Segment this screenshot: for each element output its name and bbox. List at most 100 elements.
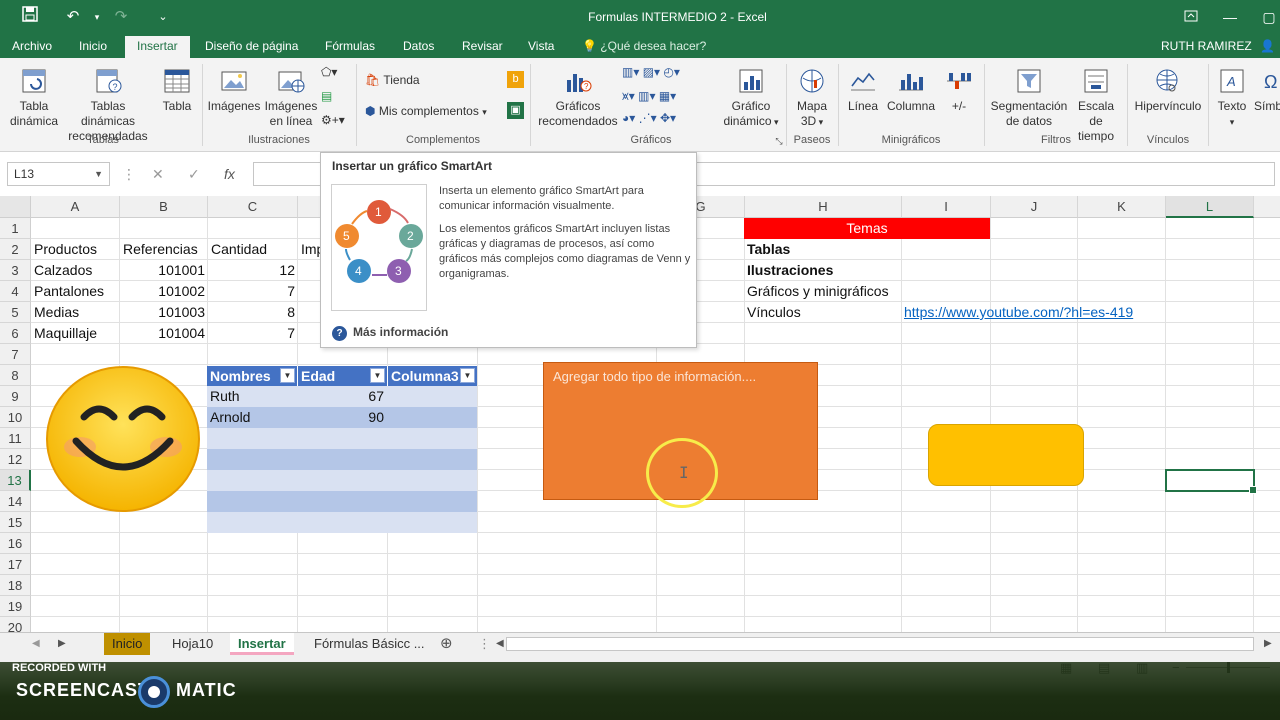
select-all-corner[interactable] xyxy=(0,196,31,218)
tabla-button[interactable]: Tabla xyxy=(158,66,196,114)
sheet-tab-insertar[interactable]: Insertar xyxy=(230,633,294,655)
mapa-3d-button[interactable]: Mapa 3D ▾ xyxy=(790,66,834,130)
graficos-recomendados-button[interactable]: ? Gráficos recomendados xyxy=(536,66,620,129)
row-header-17[interactable]: 17 xyxy=(0,554,31,575)
tell-me-search[interactable]: 💡 ¿Qué desea hacer? xyxy=(582,36,706,56)
row-header-15[interactable]: 15 xyxy=(0,512,31,533)
table-header-edad[interactable]: Edad ▼ xyxy=(297,366,387,386)
column-chart-button[interactable]: ▥▾ ▨▾ ◴▾ xyxy=(622,64,680,80)
tab-revisar[interactable]: Revisar xyxy=(450,36,515,58)
add-sheet-icon[interactable]: ⊕ xyxy=(432,633,461,655)
scroll-right-icon[interactable]: ▶ xyxy=(1256,633,1280,655)
cell-c3[interactable]: 12 xyxy=(208,260,298,281)
cell-a4[interactable]: Pantalones xyxy=(31,281,120,302)
filter-dropdown-icon[interactable]: ▼ xyxy=(460,368,475,383)
row-header-20[interactable]: 20 xyxy=(0,617,31,632)
linea-sparkline-button[interactable]: Línea xyxy=(843,66,883,114)
table-header-nombres[interactable]: Nombres ▼ xyxy=(207,366,297,386)
col-header-c[interactable]: C xyxy=(208,196,298,218)
smiley-emoji-image[interactable] xyxy=(44,365,202,513)
cell-b3[interactable]: 101001 xyxy=(120,260,208,281)
tab-insertar[interactable]: Insertar xyxy=(125,36,190,58)
col-header-b[interactable]: B xyxy=(120,196,208,218)
simbolos-button[interactable]: Ω Símb xyxy=(1254,66,1280,114)
more-info-link[interactable]: ? Más información xyxy=(332,325,448,341)
cell-c4[interactable]: 7 xyxy=(208,281,298,302)
imagenes-button[interactable]: Imágenes xyxy=(207,66,261,114)
selected-cell-l13[interactable] xyxy=(1165,469,1257,494)
people-graph-icon[interactable]: ▣ xyxy=(507,102,524,119)
tab-formulas[interactable]: Fórmulas xyxy=(313,36,387,58)
tabla-dinamica-button[interactable]: Tabla dinámica xyxy=(6,66,62,129)
segmentacion-button[interactable]: Segmentación de datos xyxy=(988,66,1070,129)
enter-icon[interactable]: ✓ xyxy=(188,162,200,186)
smartart-button[interactable]: ▤ xyxy=(321,88,332,104)
maximize-icon[interactable]: ▢ xyxy=(1254,6,1280,28)
tab-archivo[interactable]: Archivo xyxy=(0,36,64,58)
horizontal-scrollbar[interactable] xyxy=(506,637,1254,651)
cell-a5[interactable]: Medias xyxy=(31,302,120,323)
cell-c2[interactable]: Cantidad xyxy=(208,239,298,260)
next-sheet-icon[interactable]: ▶ xyxy=(50,633,74,655)
row-header-12[interactable]: 12 xyxy=(0,449,31,470)
tab-inicio[interactable]: Inicio xyxy=(67,36,119,58)
name-box[interactable]: L13 ▼ xyxy=(7,162,110,186)
cancel-icon[interactable]: ✕ xyxy=(152,162,164,186)
sheet-tab-inicio[interactable]: Inicio xyxy=(104,633,151,655)
cell-c5[interactable]: 8 xyxy=(208,302,298,323)
cell-i5-hyperlink[interactable]: https://www.youtube.com/?hl=es-419 xyxy=(901,302,1136,323)
row-header-7[interactable]: 7 xyxy=(0,344,31,365)
row-header-1[interactable]: 1 xyxy=(0,218,31,239)
dialog-launcher-icon[interactable]: ⤡ xyxy=(773,136,785,147)
cell-a2[interactable]: Productos xyxy=(31,239,120,260)
ribbon-options-icon[interactable] xyxy=(1176,6,1206,28)
pie-chart-button[interactable]: ◕▾ ⋰▾ ✥▾ xyxy=(622,110,676,126)
cell-c6[interactable]: 7 xyxy=(208,323,298,344)
hipervinculo-button[interactable]: Hipervínculo xyxy=(1132,66,1204,114)
tab-diseno[interactable]: Diseño de página xyxy=(193,36,310,58)
cell-d2[interactable]: Imp xyxy=(298,239,322,260)
prev-sheet-icon[interactable]: ◀ xyxy=(24,633,48,655)
row-header-5[interactable]: 5 xyxy=(0,302,31,323)
cell-b5[interactable]: 101003 xyxy=(120,302,208,323)
row-header-9[interactable]: 9 xyxy=(0,386,31,407)
row-header-6[interactable]: 6 xyxy=(0,323,31,344)
cell-b2[interactable]: Referencias xyxy=(120,239,208,260)
sheet-tab-hoja10[interactable]: Hoja10 xyxy=(164,633,221,655)
cell-h3[interactable]: Ilustraciones xyxy=(744,260,836,281)
cell-h1-temas[interactable]: Temas xyxy=(744,218,990,239)
cell-b4[interactable]: 101002 xyxy=(120,281,208,302)
sheet-tab-formulas-basicas[interactable]: Fórmulas Básicc ... xyxy=(306,633,433,655)
cell-b6[interactable]: 101004 xyxy=(120,323,208,344)
columna-sparkline-button[interactable]: Columna xyxy=(884,66,938,114)
row-header-3[interactable]: 3 xyxy=(0,260,31,281)
col-header-h[interactable]: H xyxy=(745,196,902,218)
escala-tiempo-button[interactable]: Escala de tiempo xyxy=(1070,66,1122,144)
table-cell-arnold[interactable]: Arnold xyxy=(207,407,297,428)
table-header-columna3[interactable]: Columna3 ▼ xyxy=(387,366,477,386)
minimize-icon[interactable]: — xyxy=(1215,6,1245,28)
cell-h2[interactable]: Tablas xyxy=(744,239,793,260)
row-header-16[interactable]: 16 xyxy=(0,533,31,554)
screenshot-button[interactable]: ⚙+▾ xyxy=(321,112,345,128)
cell-h4[interactable]: Gráficos y minigráficos xyxy=(744,281,892,302)
user-icon[interactable]: 👤 xyxy=(1254,36,1280,58)
col-header-k[interactable]: K xyxy=(1078,196,1166,218)
cell-a6[interactable]: Maquillaje xyxy=(31,323,120,344)
row-header-10[interactable]: 10 xyxy=(0,407,31,428)
drag-handle-icon[interactable]: ⋮ xyxy=(122,162,136,186)
row-header-4[interactable]: 4 xyxy=(0,281,31,302)
imagenes-en-linea-button[interactable]: Imágenes en línea xyxy=(262,66,320,129)
col-header-l[interactable]: L xyxy=(1166,196,1254,218)
tab-vista[interactable]: Vista xyxy=(516,36,566,58)
table-cell-90[interactable]: 90 xyxy=(297,407,387,428)
filter-dropdown-icon[interactable]: ▼ xyxy=(280,368,295,383)
user-name[interactable]: RUTH RAMIREZ xyxy=(1161,36,1252,56)
filter-dropdown-icon[interactable]: ▼ xyxy=(370,368,385,383)
shapes-button[interactable]: ⬠▾ xyxy=(321,64,337,80)
row-header-19[interactable]: 19 xyxy=(0,596,31,617)
winloss-sparkline-button[interactable]: +/- xyxy=(940,66,978,114)
grafico-dinamico-button[interactable]: Gráfico dinámico ▾ xyxy=(720,66,782,130)
table-cell-ruth[interactable]: Ruth xyxy=(207,386,297,407)
yellow-rounded-shape[interactable] xyxy=(928,424,1084,486)
